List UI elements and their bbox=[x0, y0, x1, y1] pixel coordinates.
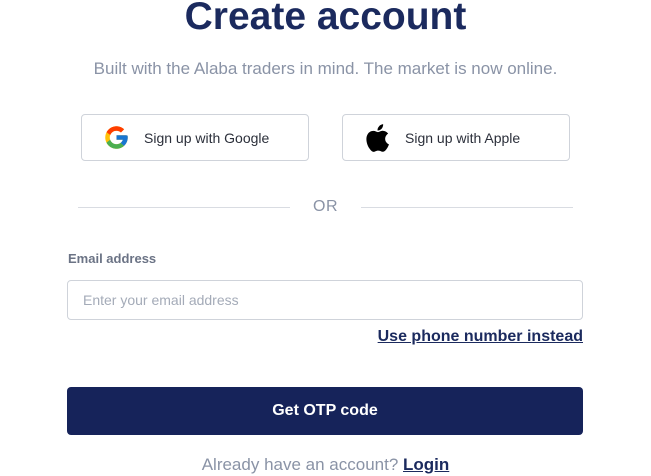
apple-signup-label: Sign up with Apple bbox=[405, 129, 521, 146]
google-signup-label: Sign up with Google bbox=[144, 129, 270, 146]
google-icon bbox=[102, 124, 130, 152]
apple-signup-button[interactable]: Sign up with Apple bbox=[342, 114, 570, 161]
login-row: Already have an account? Login bbox=[0, 455, 651, 475]
page-title: Create account bbox=[184, 0, 467, 38]
email-label: Email address bbox=[68, 251, 157, 266]
apple-icon bbox=[363, 123, 391, 152]
page-subtitle: Built with the Alaba traders in mind. Th… bbox=[93, 59, 558, 78]
signup-page: Create account Built with the Alaba trad… bbox=[0, 0, 651, 476]
login-link[interactable]: Login bbox=[403, 455, 449, 474]
get-otp-button[interactable]: Get OTP code bbox=[67, 387, 583, 435]
divider-line-right bbox=[361, 207, 573, 208]
email-input[interactable] bbox=[67, 280, 583, 320]
login-prompt: Already have an account? bbox=[201, 455, 404, 474]
use-phone-link[interactable]: Use phone number instead bbox=[378, 328, 583, 346]
google-signup-button[interactable]: Sign up with Google bbox=[81, 114, 309, 161]
